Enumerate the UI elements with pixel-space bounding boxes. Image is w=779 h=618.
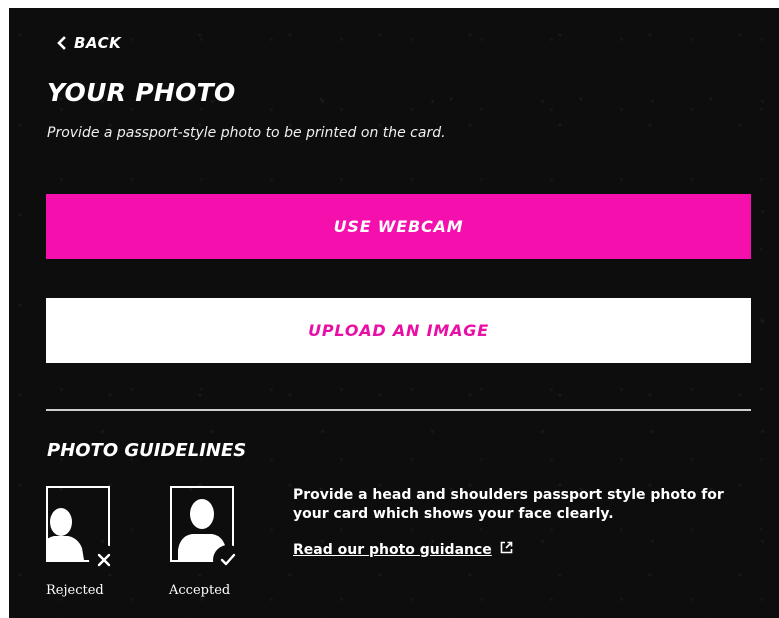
photo-guidance-description: Provide a head and shoulders passport st…: [293, 487, 724, 522]
photo-guidance-link[interactable]: Read our photo guidance: [293, 541, 513, 558]
accepted-label: Accepted: [169, 583, 231, 598]
close-icon: [89, 545, 119, 575]
external-link-icon: [500, 541, 513, 558]
chevron-left-icon: [56, 36, 66, 50]
check-icon: [213, 545, 243, 575]
use-webcam-button[interactable]: USE WEBCAM: [46, 194, 751, 259]
photo-guidelines-heading: PHOTO GUIDELINES: [47, 440, 247, 461]
back-label: BACK: [74, 34, 122, 52]
rejected-label: Rejected: [46, 583, 104, 598]
back-link[interactable]: BACK: [56, 34, 121, 52]
page-subtitle: Provide a passport-style photo to be pri…: [47, 125, 446, 141]
page-title: YOUR PHOTO: [47, 78, 236, 107]
photo-step-panel: BACK YOUR PHOTO Provide a passport-style…: [9, 8, 779, 618]
section-divider: [46, 409, 751, 411]
upload-image-button[interactable]: UPLOAD AN IMAGE: [46, 298, 751, 363]
photo-guidance-link-label: Read our photo guidance: [293, 541, 492, 558]
